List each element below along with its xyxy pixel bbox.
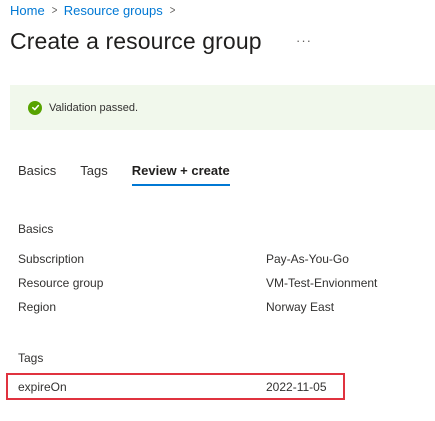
tab-basics[interactable]: Basics bbox=[18, 163, 56, 186]
subscription-label: Subscription bbox=[18, 252, 85, 266]
summary-row-region: Region Norway East bbox=[18, 300, 418, 316]
breadcrumb-separator: > bbox=[169, 3, 176, 17]
tab-review-create[interactable]: Review + create bbox=[131, 163, 230, 186]
tag-value: 2022-11-05 bbox=[266, 380, 327, 394]
validation-message: Validation passed. bbox=[49, 101, 139, 114]
resource-group-value: VM-Test-Envionment bbox=[266, 276, 378, 290]
tab-tags[interactable]: Tags bbox=[80, 163, 107, 186]
summary-row-subscription: Subscription Pay-As-You-Go bbox=[18, 252, 418, 268]
page-title: Create a resource group bbox=[10, 28, 262, 54]
subscription-value: Pay-As-You-Go bbox=[266, 252, 349, 266]
breadcrumb-separator: > bbox=[51, 3, 58, 17]
breadcrumb-home-link[interactable]: Home bbox=[10, 3, 45, 18]
validation-banner: Validation passed. bbox=[10, 85, 435, 130]
summary-row-resource-group: Resource group VM-Test-Envionment bbox=[18, 276, 418, 292]
basics-heading: Basics bbox=[18, 222, 54, 236]
region-value: Norway East bbox=[266, 300, 335, 314]
check-circle-icon bbox=[28, 100, 42, 115]
tab-bar: Basics Tags Review + create bbox=[18, 163, 230, 186]
summary-row-tag: expireOn 2022-11-05 bbox=[18, 380, 418, 396]
tags-heading: Tags bbox=[18, 351, 44, 365]
region-label: Region bbox=[18, 300, 57, 314]
breadcrumb: Home > Resource groups > bbox=[10, 1, 182, 19]
page: Home > Resource groups > Create a resour… bbox=[0, 0, 435, 421]
more-options-button[interactable]: ··· bbox=[296, 33, 312, 48]
breadcrumb-resource-groups-link[interactable]: Resource groups bbox=[64, 3, 163, 18]
resource-group-label: Resource group bbox=[18, 276, 104, 290]
tag-name: expireOn bbox=[18, 380, 67, 394]
